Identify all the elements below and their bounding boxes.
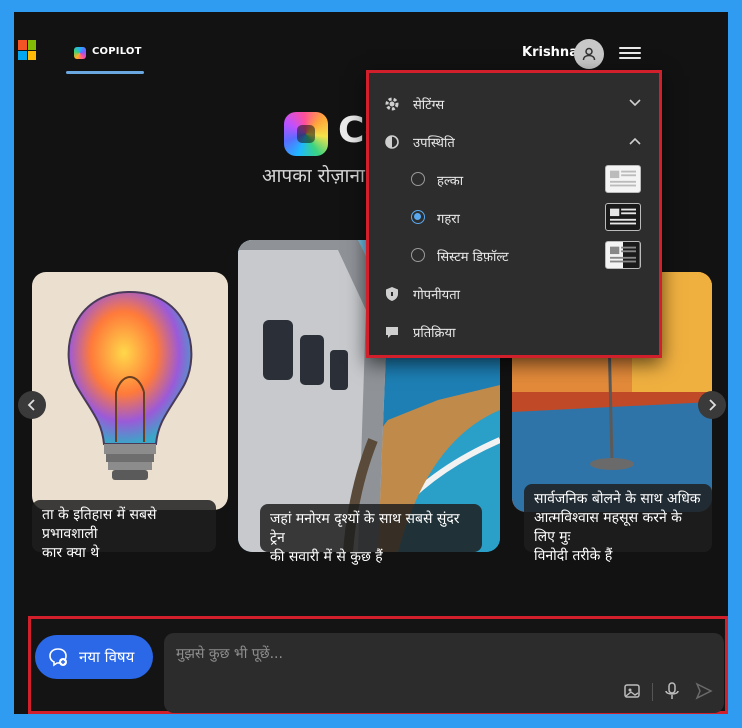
copilot-window: COPILOT Krishna Co आपका रोज़ाना ता के इत… bbox=[14, 12, 728, 714]
contrast-icon bbox=[385, 135, 399, 149]
shield-icon bbox=[386, 287, 398, 301]
system-theme-thumbnail bbox=[605, 241, 641, 269]
menu-item-settings[interactable]: सेटिंग्स bbox=[369, 85, 659, 121]
composer-area: नया विषय bbox=[28, 616, 728, 714]
image-upload-icon[interactable] bbox=[622, 681, 642, 701]
tab-copilot[interactable]: COPILOT bbox=[66, 40, 144, 74]
carousel-prev-button[interactable] bbox=[18, 391, 46, 419]
card-caption-lightbulb[interactable]: ता के इतिहास में सबसे प्रभावशाली कार क्य… bbox=[32, 500, 216, 561]
hamburger-menu-button[interactable] bbox=[619, 44, 641, 62]
menu-item-appearance[interactable]: उपस्थिति bbox=[369, 123, 659, 159]
chevron-up-icon bbox=[629, 137, 641, 145]
radio-dark[interactable] bbox=[411, 210, 425, 224]
microphone-icon[interactable] bbox=[662, 681, 682, 701]
ask-input[interactable] bbox=[176, 643, 596, 665]
lightbulb-image bbox=[67, 290, 193, 480]
theme-option-dark[interactable]: गहरा bbox=[369, 199, 659, 235]
settings-dropdown-menu: सेटिंग्स उपस्थिति हल्का गहरा सिस्टम डिफ़… bbox=[366, 70, 662, 358]
radio-light[interactable] bbox=[411, 172, 425, 186]
chevron-left-icon bbox=[27, 399, 35, 411]
tab-copilot-label: COPILOT bbox=[92, 46, 142, 57]
ask-box[interactable] bbox=[164, 633, 724, 713]
chevron-right-icon bbox=[709, 399, 717, 411]
chevron-down-icon bbox=[629, 99, 641, 107]
theme-option-system[interactable]: सिस्टम डिफ़ॉल्ट bbox=[369, 237, 659, 273]
microsoft-logo-icon[interactable] bbox=[18, 40, 36, 60]
menu-item-privacy[interactable]: गोपनीयता bbox=[369, 275, 659, 311]
avatar[interactable] bbox=[574, 39, 604, 69]
new-chat-icon bbox=[49, 648, 67, 667]
dark-theme-thumbnail bbox=[605, 203, 641, 231]
toolbar-divider bbox=[652, 683, 653, 701]
copilot-icon bbox=[74, 47, 86, 59]
card-caption-speaking[interactable]: सार्वजनिक बोलने के साथ अधिक आत्मविश्वास … bbox=[524, 484, 712, 564]
user-name[interactable]: Krishna bbox=[522, 45, 578, 60]
tab-active-indicator bbox=[66, 71, 144, 74]
hero-subtitle: आपका रोज़ाना bbox=[262, 165, 365, 187]
feedback-icon bbox=[386, 327, 398, 338]
send-icon[interactable] bbox=[694, 681, 714, 701]
gear-icon bbox=[385, 97, 399, 111]
light-theme-thumbnail bbox=[605, 165, 641, 193]
copilot-logo-icon bbox=[284, 112, 328, 156]
discover-card-lightbulb[interactable] bbox=[32, 272, 228, 510]
menu-item-feedback[interactable]: प्रतिक्रिया bbox=[369, 313, 659, 349]
radio-system[interactable] bbox=[411, 248, 425, 262]
theme-option-light[interactable]: हल्का bbox=[369, 161, 659, 197]
user-icon bbox=[582, 47, 596, 61]
new-topic-button[interactable]: नया विषय bbox=[35, 635, 153, 679]
carousel-next-button[interactable] bbox=[698, 391, 726, 419]
card-caption-train[interactable]: जहां मनोरम दृश्यों के साथ सबसे सुंदर ट्र… bbox=[260, 504, 482, 565]
